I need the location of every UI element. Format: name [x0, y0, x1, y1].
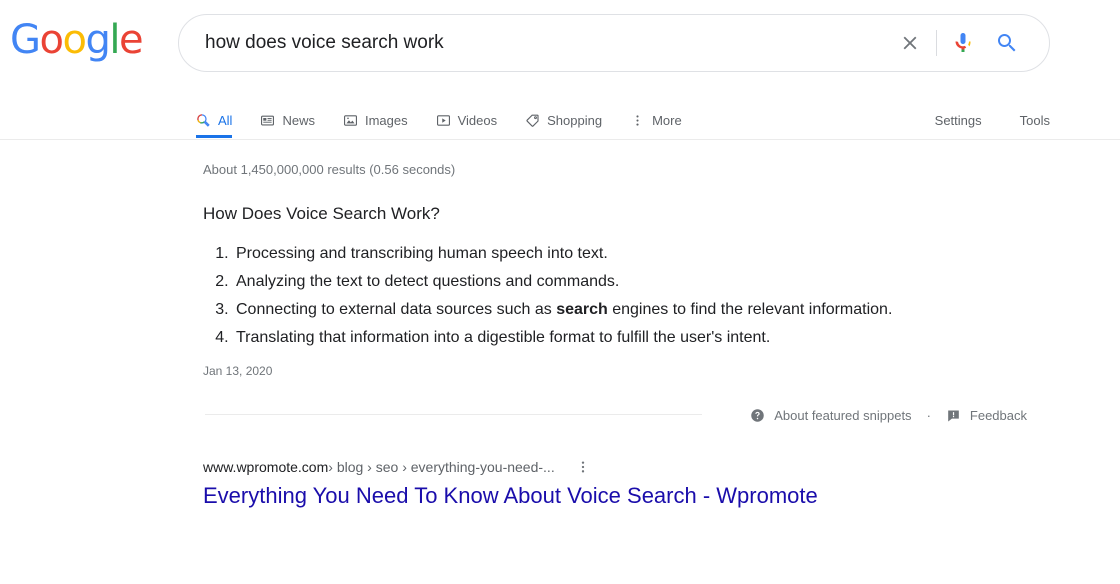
microphone-icon: [955, 33, 971, 52]
list-item-text-tail: engines to find the relevant information…: [607, 300, 893, 318]
about-featured-snippets-link[interactable]: About featured snippets: [750, 408, 912, 423]
image-icon: [343, 113, 358, 128]
tab-news-label: News: [282, 112, 315, 128]
feedback-flag-icon: [946, 408, 961, 423]
featured-snippet: How Does Voice Search Work? Processing a…: [203, 203, 963, 378]
list-item-text: Analyzing the text to detect questions a…: [236, 273, 620, 290]
tab-videos-label: Videos: [457, 112, 498, 128]
tab-all[interactable]: All: [196, 92, 233, 138]
tab-shopping-label: Shopping: [547, 112, 603, 128]
footer-links: About featured snippets · Feedback: [750, 408, 1027, 423]
result-options-button[interactable]: [575, 459, 591, 475]
list-item-bold-term: search: [556, 300, 608, 318]
about-featured-snippets-label: About featured snippets: [774, 408, 912, 423]
list-item-text: Translating that information into a dige…: [236, 328, 771, 346]
list-item-text: Connecting to external data sources such…: [236, 300, 557, 318]
logo-letter-g2: g: [85, 17, 110, 63]
google-search-results-page: Google how does voice search work All Ne…: [0, 0, 1120, 584]
search-input[interactable]: [179, 25, 888, 61]
list-item: Processing and transcribing human speech…: [233, 241, 963, 267]
featured-snippet-list: Processing and transcribing human speech…: [203, 241, 963, 351]
settings-button[interactable]: Settings: [935, 114, 982, 127]
more-vertical-icon: [581, 461, 584, 473]
search-result-item: www.wpromote.com › blog › seo › everythi…: [203, 458, 983, 511]
logo-letter-o2: o: [62, 17, 86, 63]
close-icon: [903, 36, 917, 50]
feedback-label: Feedback: [969, 408, 1027, 423]
tab-news[interactable]: News: [260, 92, 315, 137]
news-icon: [260, 113, 275, 128]
featured-snippet-title: How Does Voice Search Work?: [203, 204, 440, 223]
list-item: Connecting to external data sources such…: [233, 297, 963, 323]
active-tab-underline: [196, 135, 233, 138]
logo-letter-l: l: [109, 17, 120, 63]
list-item: Translating that information into a dige…: [233, 325, 963, 351]
footer-separator: ·: [926, 408, 931, 423]
google-logo[interactable]: Google: [10, 17, 144, 63]
tab-more-label: More: [652, 112, 682, 128]
search-tools-group: Settings Tools: [897, 92, 1050, 137]
search-bar: [178, 14, 1050, 72]
search-submit-button[interactable]: [985, 21, 1029, 65]
logo-letter-o1: o: [39, 17, 64, 63]
result-stats: About 1,450,000,000 results (0.56 second…: [203, 162, 456, 177]
clear-search-button[interactable]: [888, 21, 932, 65]
help-circle-icon: [750, 408, 765, 423]
list-item-text: Processing and transcribing human speech…: [236, 245, 608, 263]
result-path: › blog › seo › everything-you-need-...: [328, 459, 555, 475]
feedback-link[interactable]: Feedback: [946, 408, 1027, 423]
tab-more[interactable]: More: [630, 92, 682, 137]
tab-images[interactable]: Images: [343, 92, 408, 137]
footer-divider: [205, 414, 702, 415]
tab-videos[interactable]: Videos: [436, 92, 498, 137]
video-icon: [436, 113, 451, 128]
search-header: Google: [0, 0, 1120, 92]
more-vertical-icon: [630, 113, 645, 128]
voice-search-button[interactable]: [941, 21, 985, 65]
tools-button[interactable]: Tools: [1020, 114, 1050, 127]
result-url-breadcrumb[interactable]: www.wpromote.com › blog › seo › everythi…: [203, 458, 983, 476]
tag-icon: [525, 113, 540, 128]
result-domain: www.wpromote.com: [203, 459, 329, 475]
tab-all-label: All: [218, 112, 233, 128]
result-title-link[interactable]: Everything You Need To Know About Voice …: [203, 482, 818, 511]
featured-snippet-date: Jan 13, 2020: [203, 363, 273, 378]
list-item: Analyzing the text to detect questions a…: [233, 269, 963, 295]
tab-shopping[interactable]: Shopping: [525, 92, 602, 137]
search-icon: [998, 34, 1016, 52]
search-nav-tabs: All News Images Videos Shopping More: [196, 92, 682, 138]
search-actions-divider: [936, 30, 937, 56]
search-icon: [196, 113, 211, 128]
search-nav-bar: All News Images Videos Shopping More Set…: [0, 92, 1120, 140]
tab-images-label: Images: [364, 112, 408, 128]
search-bar-actions: [888, 21, 1049, 65]
logo-letter-e: e: [118, 17, 144, 63]
logo-letter-g1: G: [10, 17, 41, 63]
